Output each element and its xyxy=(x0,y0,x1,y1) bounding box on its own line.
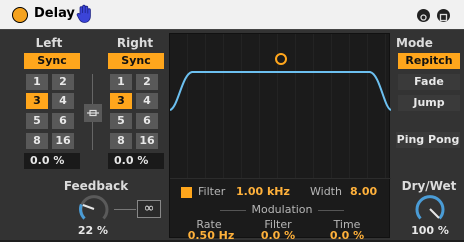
link-line-bottom xyxy=(92,122,93,150)
right-channel-label: Right xyxy=(116,36,154,50)
left-division-16-button[interactable]: 16 xyxy=(52,133,74,149)
left-division-1-button[interactable]: 1 xyxy=(26,74,48,90)
modulation-title: Modulation xyxy=(251,203,313,216)
left-offset-field[interactable]: 0.0 % xyxy=(24,153,80,169)
drywet-knob[interactable] xyxy=(413,193,447,225)
feedback-label: Feedback xyxy=(63,179,129,193)
mod-time-value[interactable]: 0.0 % xyxy=(323,229,371,242)
device-power-button[interactable] xyxy=(12,7,28,23)
right-division-8-button[interactable]: 8 xyxy=(110,133,132,149)
filter-label: Filter xyxy=(198,185,226,198)
freeze-button[interactable]: ∞ xyxy=(137,200,161,218)
drywet-value: 100 % xyxy=(411,224,449,237)
device-title: Delay xyxy=(34,6,75,21)
feedback-freeze-connector xyxy=(114,209,136,210)
link-icon xyxy=(87,109,99,117)
link-line-top xyxy=(92,74,93,104)
right-sync-button[interactable]: Sync xyxy=(108,53,164,69)
modulation-rule-right xyxy=(318,210,344,211)
right-offset-field[interactable]: 0.0 % xyxy=(108,153,164,169)
device-save-icon[interactable] xyxy=(437,9,450,22)
filter-width-label: Width xyxy=(310,185,342,198)
left-division-8-button[interactable]: 8 xyxy=(26,133,48,149)
title-bar: Delay xyxy=(0,0,464,30)
left-division-3-button[interactable]: 3 xyxy=(26,93,48,109)
graph-divider xyxy=(170,178,391,179)
drywet-label: Dry/Wet xyxy=(401,179,457,193)
left-sync-button[interactable]: Sync xyxy=(24,53,80,69)
modulation-rule-left xyxy=(220,210,246,211)
right-division-4-button[interactable]: 4 xyxy=(136,93,158,109)
left-division-6-button[interactable]: 6 xyxy=(52,113,74,129)
right-division-1-button[interactable]: 1 xyxy=(110,74,132,90)
filter-display-panel: Filter 1.00 kHz Width 8.00 Modulation Ra… xyxy=(169,33,391,242)
left-division-2-button[interactable]: 2 xyxy=(52,74,74,90)
filter-toggle[interactable] xyxy=(181,187,192,198)
mode-fade-button[interactable]: Fade xyxy=(398,74,460,90)
mode-label: Mode xyxy=(396,36,433,50)
right-division-3-button[interactable]: 3 xyxy=(110,93,132,109)
delay-device: Delay Left Sync 1 2 3 4 5 6 8 16 0.0 % R… xyxy=(0,0,464,242)
right-division-5-button[interactable]: 5 xyxy=(110,113,132,129)
left-channel-label: Left xyxy=(35,36,63,50)
mod-rate-value[interactable]: 0.50 Hz xyxy=(182,229,240,242)
device-preset-icon[interactable] xyxy=(417,9,430,22)
mod-filter-value[interactable]: 0.0 % xyxy=(254,229,302,242)
right-division-6-button[interactable]: 6 xyxy=(136,113,158,129)
right-division-16-button[interactable]: 16 xyxy=(136,133,158,149)
right-division-2-button[interactable]: 2 xyxy=(136,74,158,90)
filter-width-value[interactable]: 8.00 xyxy=(350,185,377,198)
ping-pong-button[interactable]: Ping Pong xyxy=(396,132,460,148)
left-division-4-button[interactable]: 4 xyxy=(52,93,74,109)
left-division-5-button[interactable]: 5 xyxy=(26,113,48,129)
hand-icon[interactable] xyxy=(76,4,94,24)
mode-repitch-button[interactable]: Repitch xyxy=(398,53,460,69)
filter-graph[interactable] xyxy=(170,34,391,178)
feedback-value: 22 % xyxy=(77,224,109,237)
filter-frequency-value[interactable]: 1.00 kHz xyxy=(236,185,290,198)
mode-jump-button[interactable]: Jump xyxy=(398,95,460,111)
link-channels-button[interactable] xyxy=(84,104,102,122)
feedback-knob[interactable] xyxy=(77,193,111,225)
